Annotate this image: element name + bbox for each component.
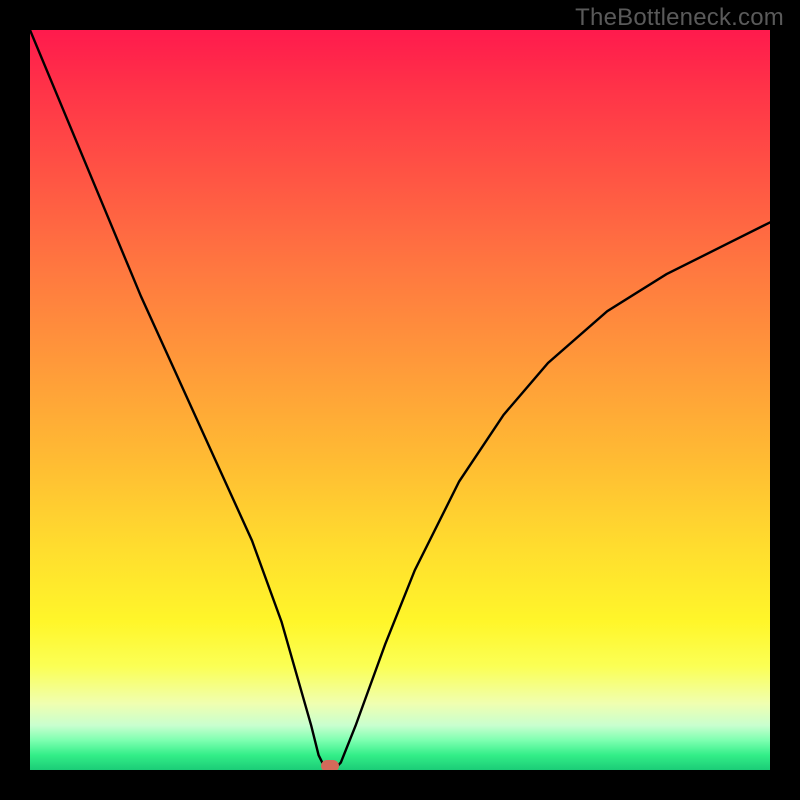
- watermark-text: TheBottleneck.com: [575, 4, 784, 32]
- chart-plot-area: [30, 30, 770, 770]
- bottleneck-curve: [30, 30, 770, 770]
- minimum-marker: [321, 760, 339, 770]
